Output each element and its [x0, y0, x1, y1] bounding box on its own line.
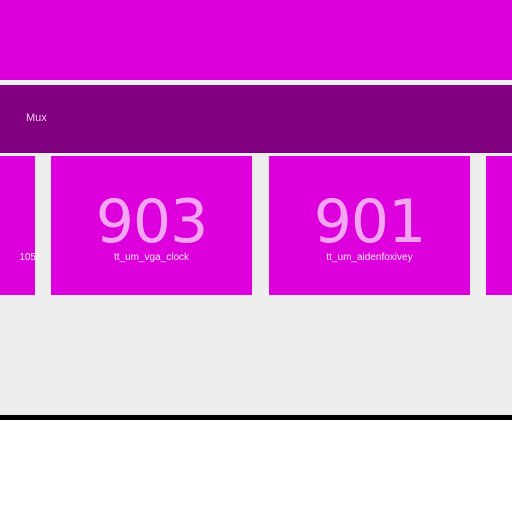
page: Mux 105 903 tt_um_vga_clock 901 tt_um_ai…	[0, 0, 512, 512]
project-number: 903	[95, 187, 209, 257]
mux-section-label: Mux	[26, 112, 47, 124]
project-tile[interactable]: 105	[0, 156, 35, 295]
project-name: tt_um_aidenfoxivey	[326, 252, 413, 263]
project-name: tt_um_vga_clock	[113, 252, 190, 263]
project-tile[interactable]	[486, 156, 512, 295]
project-tile[interactable]: 903 tt_um_vga_clock	[51, 156, 252, 295]
mux-section-bar	[0, 85, 512, 153]
project-tile[interactable]: 901 tt_um_aidenfoxivey	[269, 156, 470, 295]
top-banner	[0, 0, 512, 80]
project-name: 105	[19, 252, 35, 263]
bottom-rule	[0, 415, 512, 420]
project-number: 901	[313, 187, 427, 257]
